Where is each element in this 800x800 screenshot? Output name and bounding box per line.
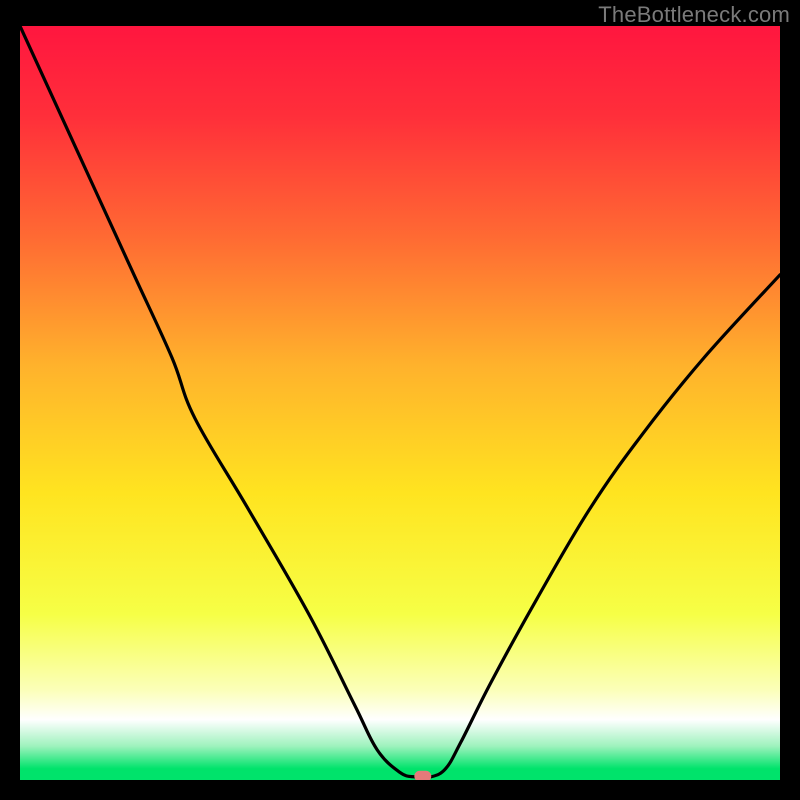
- optimum-marker: [415, 771, 431, 780]
- watermark-text: TheBottleneck.com: [598, 2, 790, 28]
- chart-svg: [20, 26, 780, 780]
- chart-frame: TheBottleneck.com: [0, 0, 800, 800]
- chart-plot-area: [20, 26, 780, 780]
